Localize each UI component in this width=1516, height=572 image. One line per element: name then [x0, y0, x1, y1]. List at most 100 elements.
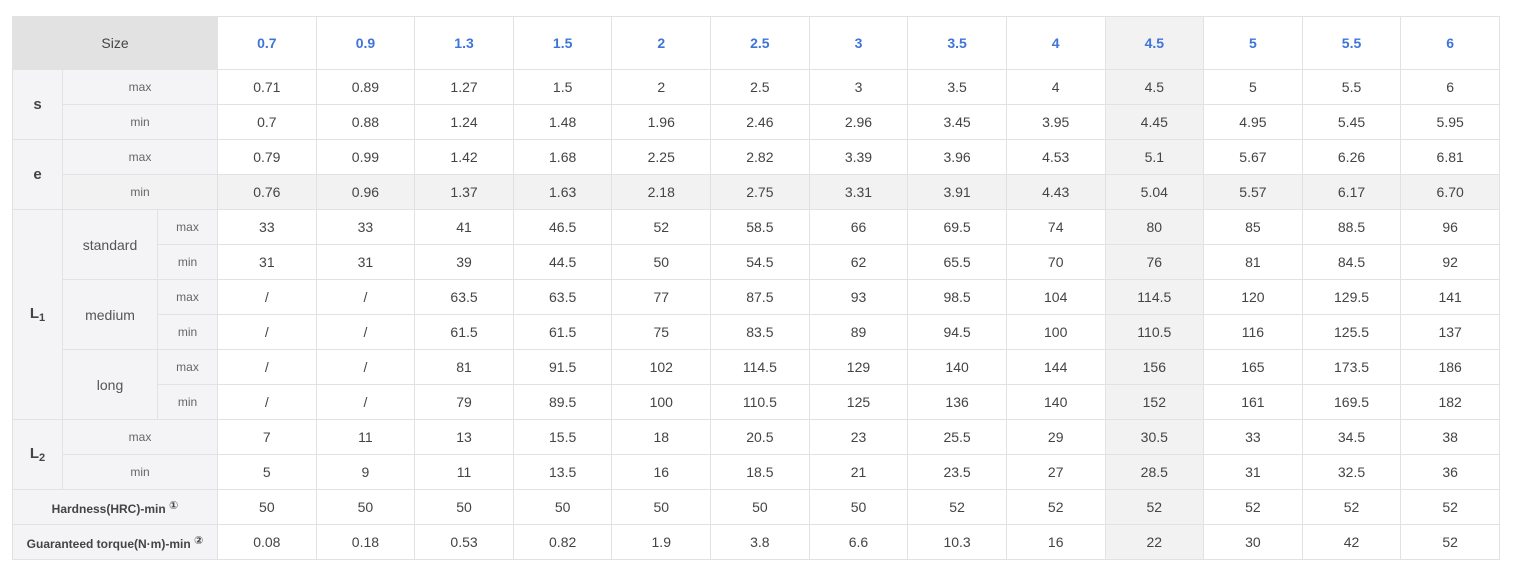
value-cell: 120: [1203, 279, 1303, 315]
value-cell: 50: [315, 489, 416, 525]
value-cell: 66: [808, 209, 909, 245]
value-cell: 0.53: [414, 524, 514, 560]
value-cell: 3.5: [907, 69, 1007, 105]
min-label: min: [61, 174, 219, 210]
value-cell: 61.5: [512, 314, 613, 350]
l1-long-label: long: [62, 349, 158, 420]
value-cell: 1.24: [414, 104, 514, 140]
value-cell: 77: [611, 279, 712, 315]
value-cell: 1.48: [512, 104, 613, 140]
value-cell: /: [315, 314, 416, 350]
torque-row: Guaranteed torque(N·m)-min ② 0.08 0.18 0.53…: [11, 524, 1500, 560]
value-cell: 33: [217, 209, 317, 245]
min-label: min: [61, 454, 219, 490]
value-cell: 102: [611, 349, 712, 385]
value-cell: 2: [611, 69, 712, 105]
value-cell: 140: [1005, 384, 1106, 420]
size-column-header: 3: [808, 16, 909, 70]
value-cell: /: [315, 349, 416, 385]
value-cell: 140: [907, 349, 1007, 385]
value-cell: 70: [1005, 244, 1106, 280]
value-cell: 81: [414, 349, 514, 385]
max-label: max: [61, 139, 219, 175]
l1-label-main: L: [29, 305, 40, 322]
torque-label: Guaranteed torque(N·m)-min ②: [11, 524, 219, 560]
value-cell: 85: [1203, 209, 1303, 245]
value-cell: 50: [611, 489, 712, 525]
value-cell: 28.5: [1104, 454, 1205, 490]
s-max-row: s max 0.71 0.89 1.27 1.5 2 2.5 3 3.5 4 4.5 5 5.5 6: [12, 69, 1500, 140]
value-cell: /: [217, 279, 317, 315]
value-cell: 34.5: [1301, 419, 1402, 455]
e-label: e: [12, 139, 63, 210]
size-column-header: 2.5: [710, 16, 810, 70]
value-cell: 80: [1104, 209, 1205, 245]
value-cell: 0.79: [217, 139, 317, 175]
e-min-row: min 0.76 0.96 1.37 1.63 2.18 2.75 3.31 3.91 4.43 5…: [13, 174, 1500, 210]
value-cell: 156: [1104, 349, 1205, 385]
size-column-header: 2: [611, 16, 712, 70]
value-cell: 74: [1005, 209, 1106, 245]
l1-standard-max-row: L1 standard max 33 33 41 46.5 52 58.5 66 69.5 74 80 8…: [12, 209, 1500, 420]
value-cell: 52: [1005, 489, 1106, 525]
value-cell: 110.5: [710, 384, 810, 420]
value-cell: 23.5: [907, 454, 1007, 490]
value-cell: 22: [1104, 524, 1205, 560]
value-cell: 18: [611, 419, 712, 455]
value-cell: 7: [217, 419, 317, 455]
value-cell: 89.5: [512, 384, 613, 420]
size-column-header: 3.5: [907, 16, 1007, 70]
value-cell: 165: [1203, 349, 1303, 385]
value-cell: 1.27: [414, 69, 514, 105]
value-cell: 0.7: [217, 104, 317, 140]
value-cell: 93: [808, 279, 909, 315]
value-cell: 96: [1400, 209, 1500, 245]
value-cell: 52: [611, 209, 712, 245]
value-cell: 144: [1005, 349, 1106, 385]
l1-medium-min-row: min //61.5 61.5 75 83.5 89 94.5 100 110.5 116 125.…: [13, 314, 1500, 350]
size-column-header: 0.9: [315, 16, 416, 70]
value-cell: 33: [315, 209, 416, 245]
value-cell: 5.95: [1400, 104, 1500, 140]
value-cell: 1.63: [512, 174, 613, 210]
value-cell: 1.96: [611, 104, 712, 140]
value-cell: 33: [1203, 419, 1303, 455]
value-cell: 114.5: [1104, 279, 1205, 315]
max-label: max: [61, 419, 219, 455]
value-cell: 13.5: [512, 454, 613, 490]
l1-long-max-row: long max //81 91.5 102 114.5 129 140 144 156 165 17…: [13, 349, 1500, 420]
header-row: Size 0.7 0.9 1.3 1.5 2 2.5 3 3.5 4 4.5 5 5.5 6: [11, 16, 1500, 70]
value-cell: 81: [1203, 244, 1303, 280]
value-cell: 3.91: [907, 174, 1007, 210]
value-cell: 114.5: [710, 349, 810, 385]
value-cell: 18.5: [710, 454, 810, 490]
l2-label: L2: [12, 419, 63, 490]
value-cell: /: [217, 314, 317, 350]
l1-standard-label: standard: [62, 209, 158, 280]
value-cell: 44.5: [512, 244, 613, 280]
value-cell: /: [315, 384, 416, 420]
value-cell: 1.9: [611, 524, 712, 560]
value-cell: 0.88: [315, 104, 416, 140]
value-cell: 89: [808, 314, 909, 350]
torque-footnote-marker: ②: [194, 534, 204, 547]
hardness-label: Hardness(HRC)-min ①: [11, 489, 219, 525]
size-column-header: 4.5: [1104, 16, 1205, 70]
value-cell: 137: [1400, 314, 1500, 350]
value-cell: 0.89: [315, 69, 416, 105]
l1-long-min-row: min //79 89.5 100 110.5 125 136 140 152 161 169.5 1…: [13, 384, 1500, 420]
value-cell: 100: [611, 384, 712, 420]
value-cell: 50: [808, 489, 909, 525]
value-cell: 50: [217, 489, 317, 525]
l2-label-sub: 2: [39, 452, 46, 464]
value-cell: 3: [808, 69, 909, 105]
value-cell: 0.71: [217, 69, 317, 105]
l2-label-main: L: [29, 445, 40, 462]
value-cell: 5: [217, 454, 317, 490]
value-cell: 92: [1400, 244, 1500, 280]
value-cell: 125: [808, 384, 909, 420]
value-cell: 6.26: [1301, 139, 1402, 175]
value-cell: 52: [907, 489, 1007, 525]
value-cell: 65.5: [907, 244, 1007, 280]
value-cell: 161: [1203, 384, 1303, 420]
